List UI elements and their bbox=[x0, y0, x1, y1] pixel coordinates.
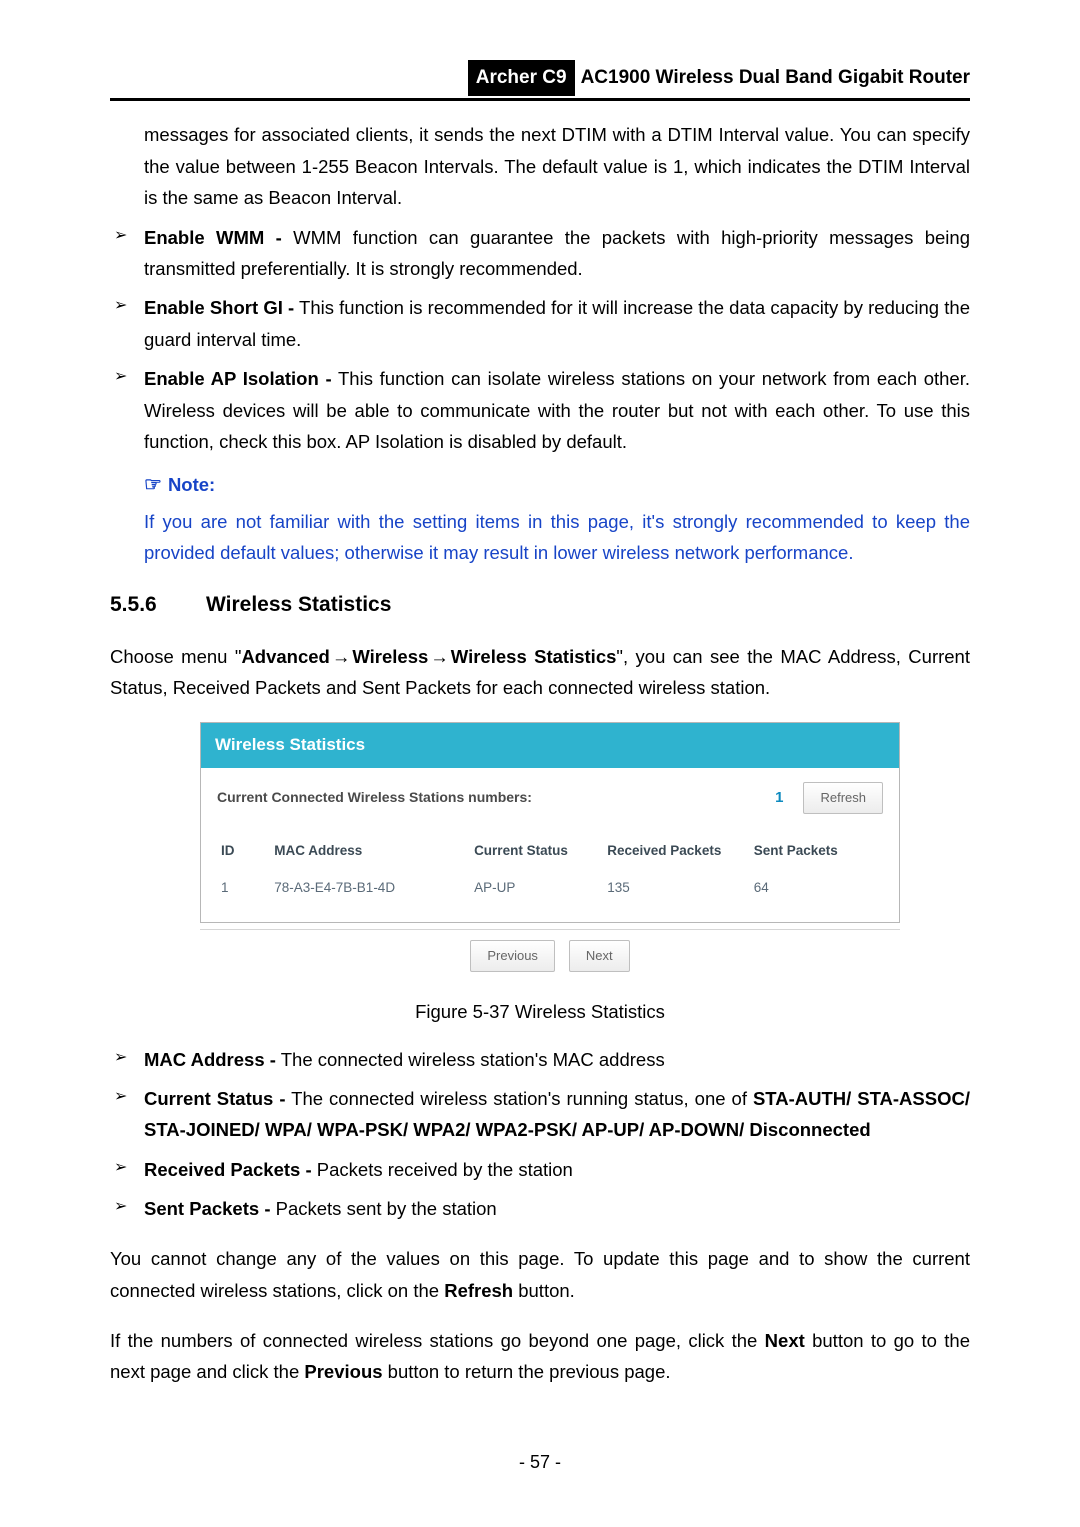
cell-status: AP-UP bbox=[470, 873, 603, 910]
bullet-current-status: Current Status - The connected wireless … bbox=[110, 1083, 970, 1146]
refresh-button[interactable]: Refresh bbox=[803, 782, 883, 814]
bullet-received-packets: Received Packets - Packets received by t… bbox=[110, 1154, 970, 1185]
bullet-text-pre: The connected wireless station's running… bbox=[286, 1088, 753, 1109]
header-model-badge: Archer C9 bbox=[468, 60, 575, 96]
header-product-name: AC1900 Wireless Dual Band Gigabit Router bbox=[581, 62, 970, 94]
bullet-label: Current Status - bbox=[144, 1088, 286, 1109]
cell-recv: 135 bbox=[603, 873, 750, 910]
menu-path: Advanced→Wireless→Wireless Statistics bbox=[241, 646, 616, 667]
menu-path-paragraph: Choose menu "Advanced→Wireless→Wireless … bbox=[110, 641, 970, 704]
col-mac-address: MAC Address bbox=[270, 834, 470, 873]
menu-pre: Choose menu " bbox=[110, 646, 241, 667]
pagination-bar: Previous Next bbox=[200, 929, 900, 982]
col-current-status: Current Status bbox=[470, 834, 603, 873]
next-button[interactable]: Next bbox=[569, 940, 630, 972]
section-number: 5.5.6 bbox=[110, 587, 206, 623]
pagination-instruction-paragraph: If the numbers of connected wireless sta… bbox=[110, 1325, 970, 1388]
page-header: Archer C9 AC1900 Wireless Dual Band Giga… bbox=[110, 60, 970, 96]
table-header-row: ID MAC Address Current Status Received P… bbox=[217, 834, 883, 873]
bullet-enable-ap-isolation: Enable AP Isolation - This function can … bbox=[110, 363, 970, 457]
col-id: ID bbox=[217, 834, 270, 873]
note-label: Note: bbox=[168, 474, 215, 495]
bullet-label: Enable AP Isolation - bbox=[144, 368, 332, 389]
bullet-enable-short-gi: Enable Short GI - This function is recom… bbox=[110, 292, 970, 355]
feature-bullet-list-top: Enable WMM - WMM function can guarantee … bbox=[110, 222, 970, 458]
section-title: Wireless Statistics bbox=[206, 587, 391, 623]
previous-button[interactable]: Previous bbox=[470, 940, 555, 972]
cell-sent: 64 bbox=[750, 873, 883, 910]
connected-count-value: 1 bbox=[775, 785, 783, 811]
bullet-label: Enable Short GI - bbox=[144, 297, 294, 318]
bullet-sent-packets: Sent Packets - Packets sent by the stati… bbox=[110, 1193, 970, 1224]
note-block: ☞ Note: If you are not familiar with the … bbox=[144, 468, 970, 569]
col-received-packets: Received Packets bbox=[603, 834, 750, 873]
document-page: Archer C9 AC1900 Wireless Dual Band Giga… bbox=[0, 0, 1080, 1518]
header-divider bbox=[110, 98, 970, 101]
note-body-text: If you are not familiar with the setting… bbox=[144, 506, 970, 569]
page-number: - 57 - bbox=[110, 1447, 970, 1478]
stations-table: ID MAC Address Current Status Received P… bbox=[217, 834, 883, 910]
pointing-hand-icon: ☞ bbox=[144, 474, 162, 496]
intro-paragraph-continued: messages for associated clients, it send… bbox=[144, 119, 970, 213]
cell-mac: 78-A3-E4-7B-B1-4D bbox=[270, 873, 470, 910]
bullet-mac-address: MAC Address - The connected wireless sta… bbox=[110, 1044, 970, 1075]
bullet-text: Packets received by the station bbox=[312, 1159, 573, 1180]
panel-body: Current Connected Wireless Stations numb… bbox=[201, 768, 899, 922]
col-sent-packets: Sent Packets bbox=[750, 834, 883, 873]
section-heading: 5.5.6 Wireless Statistics bbox=[110, 587, 970, 623]
bullet-text: The connected wireless station's MAC add… bbox=[276, 1049, 665, 1070]
figure-caption: Figure 5-37 Wireless Statistics bbox=[110, 996, 970, 1027]
bullet-label: Received Packets - bbox=[144, 1159, 312, 1180]
refresh-instruction-paragraph: You cannot change any of the values on t… bbox=[110, 1243, 970, 1306]
bullet-label: MAC Address - bbox=[144, 1049, 276, 1070]
table-row: 1 78-A3-E4-7B-B1-4D AP-UP 135 64 bbox=[217, 873, 883, 910]
bullet-text: Packets sent by the station bbox=[270, 1198, 496, 1219]
bullet-enable-wmm: Enable WMM - WMM function can guarantee … bbox=[110, 222, 970, 285]
bullet-label: Sent Packets - bbox=[144, 1198, 270, 1219]
connected-count-row: Current Connected Wireless Stations numb… bbox=[217, 782, 883, 814]
field-description-list: MAC Address - The connected wireless sta… bbox=[110, 1044, 970, 1225]
wireless-statistics-panel: Wireless Statistics Current Connected Wi… bbox=[200, 722, 900, 923]
connected-count-label: Current Connected Wireless Stations numb… bbox=[217, 786, 765, 810]
note-heading: ☞ Note: bbox=[144, 468, 970, 502]
bullet-label: Enable WMM - bbox=[144, 227, 282, 248]
cell-id: 1 bbox=[217, 873, 270, 910]
panel-title-bar: Wireless Statistics bbox=[201, 723, 899, 768]
